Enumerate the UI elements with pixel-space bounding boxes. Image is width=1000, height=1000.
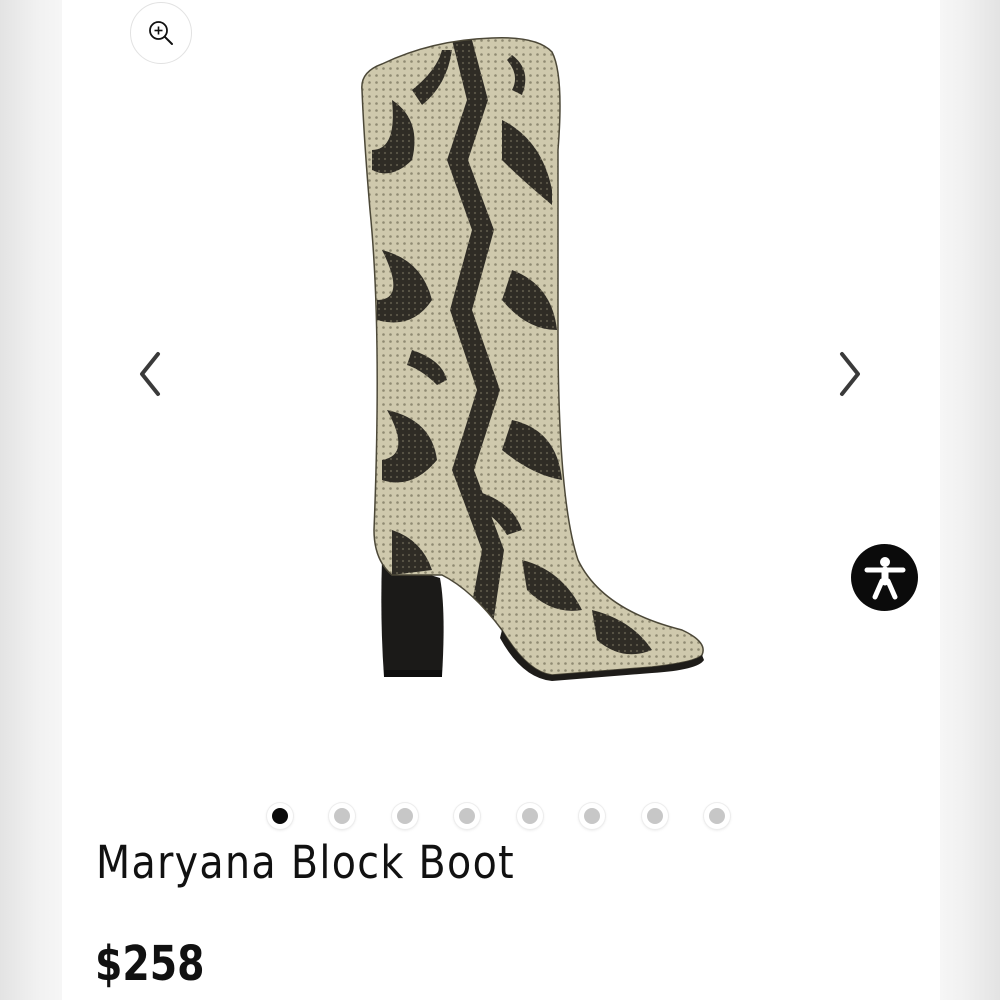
pagination-dot-1[interactable] (267, 803, 293, 829)
next-image-button[interactable] (830, 346, 870, 402)
pagination-dot-6[interactable] (579, 803, 605, 829)
product-title: Maryana Block Boot (96, 836, 515, 889)
product-price: $258 (95, 936, 205, 992)
chevron-right-icon (840, 352, 860, 396)
previous-image-button[interactable] (130, 346, 170, 402)
accessibility-button[interactable] (851, 544, 918, 611)
product-page: Maryana Block Boot $258 (62, 0, 940, 1000)
pagination-dot-2[interactable] (329, 803, 355, 829)
left-backdrop (0, 0, 62, 1000)
pagination-dot-8[interactable] (704, 803, 730, 829)
product-image (361, 37, 704, 681)
pagination-dot-3[interactable] (392, 803, 418, 829)
chevron-left-icon (140, 352, 160, 396)
pagination-dot-5[interactable] (517, 803, 543, 829)
zoom-button[interactable] (130, 2, 192, 64)
accessibility-person-icon (864, 556, 905, 599)
pagination-dot-4[interactable] (454, 803, 480, 829)
pagination-dot-7[interactable] (642, 803, 668, 829)
zoom-in-icon (149, 21, 173, 45)
right-backdrop (940, 0, 1000, 1000)
